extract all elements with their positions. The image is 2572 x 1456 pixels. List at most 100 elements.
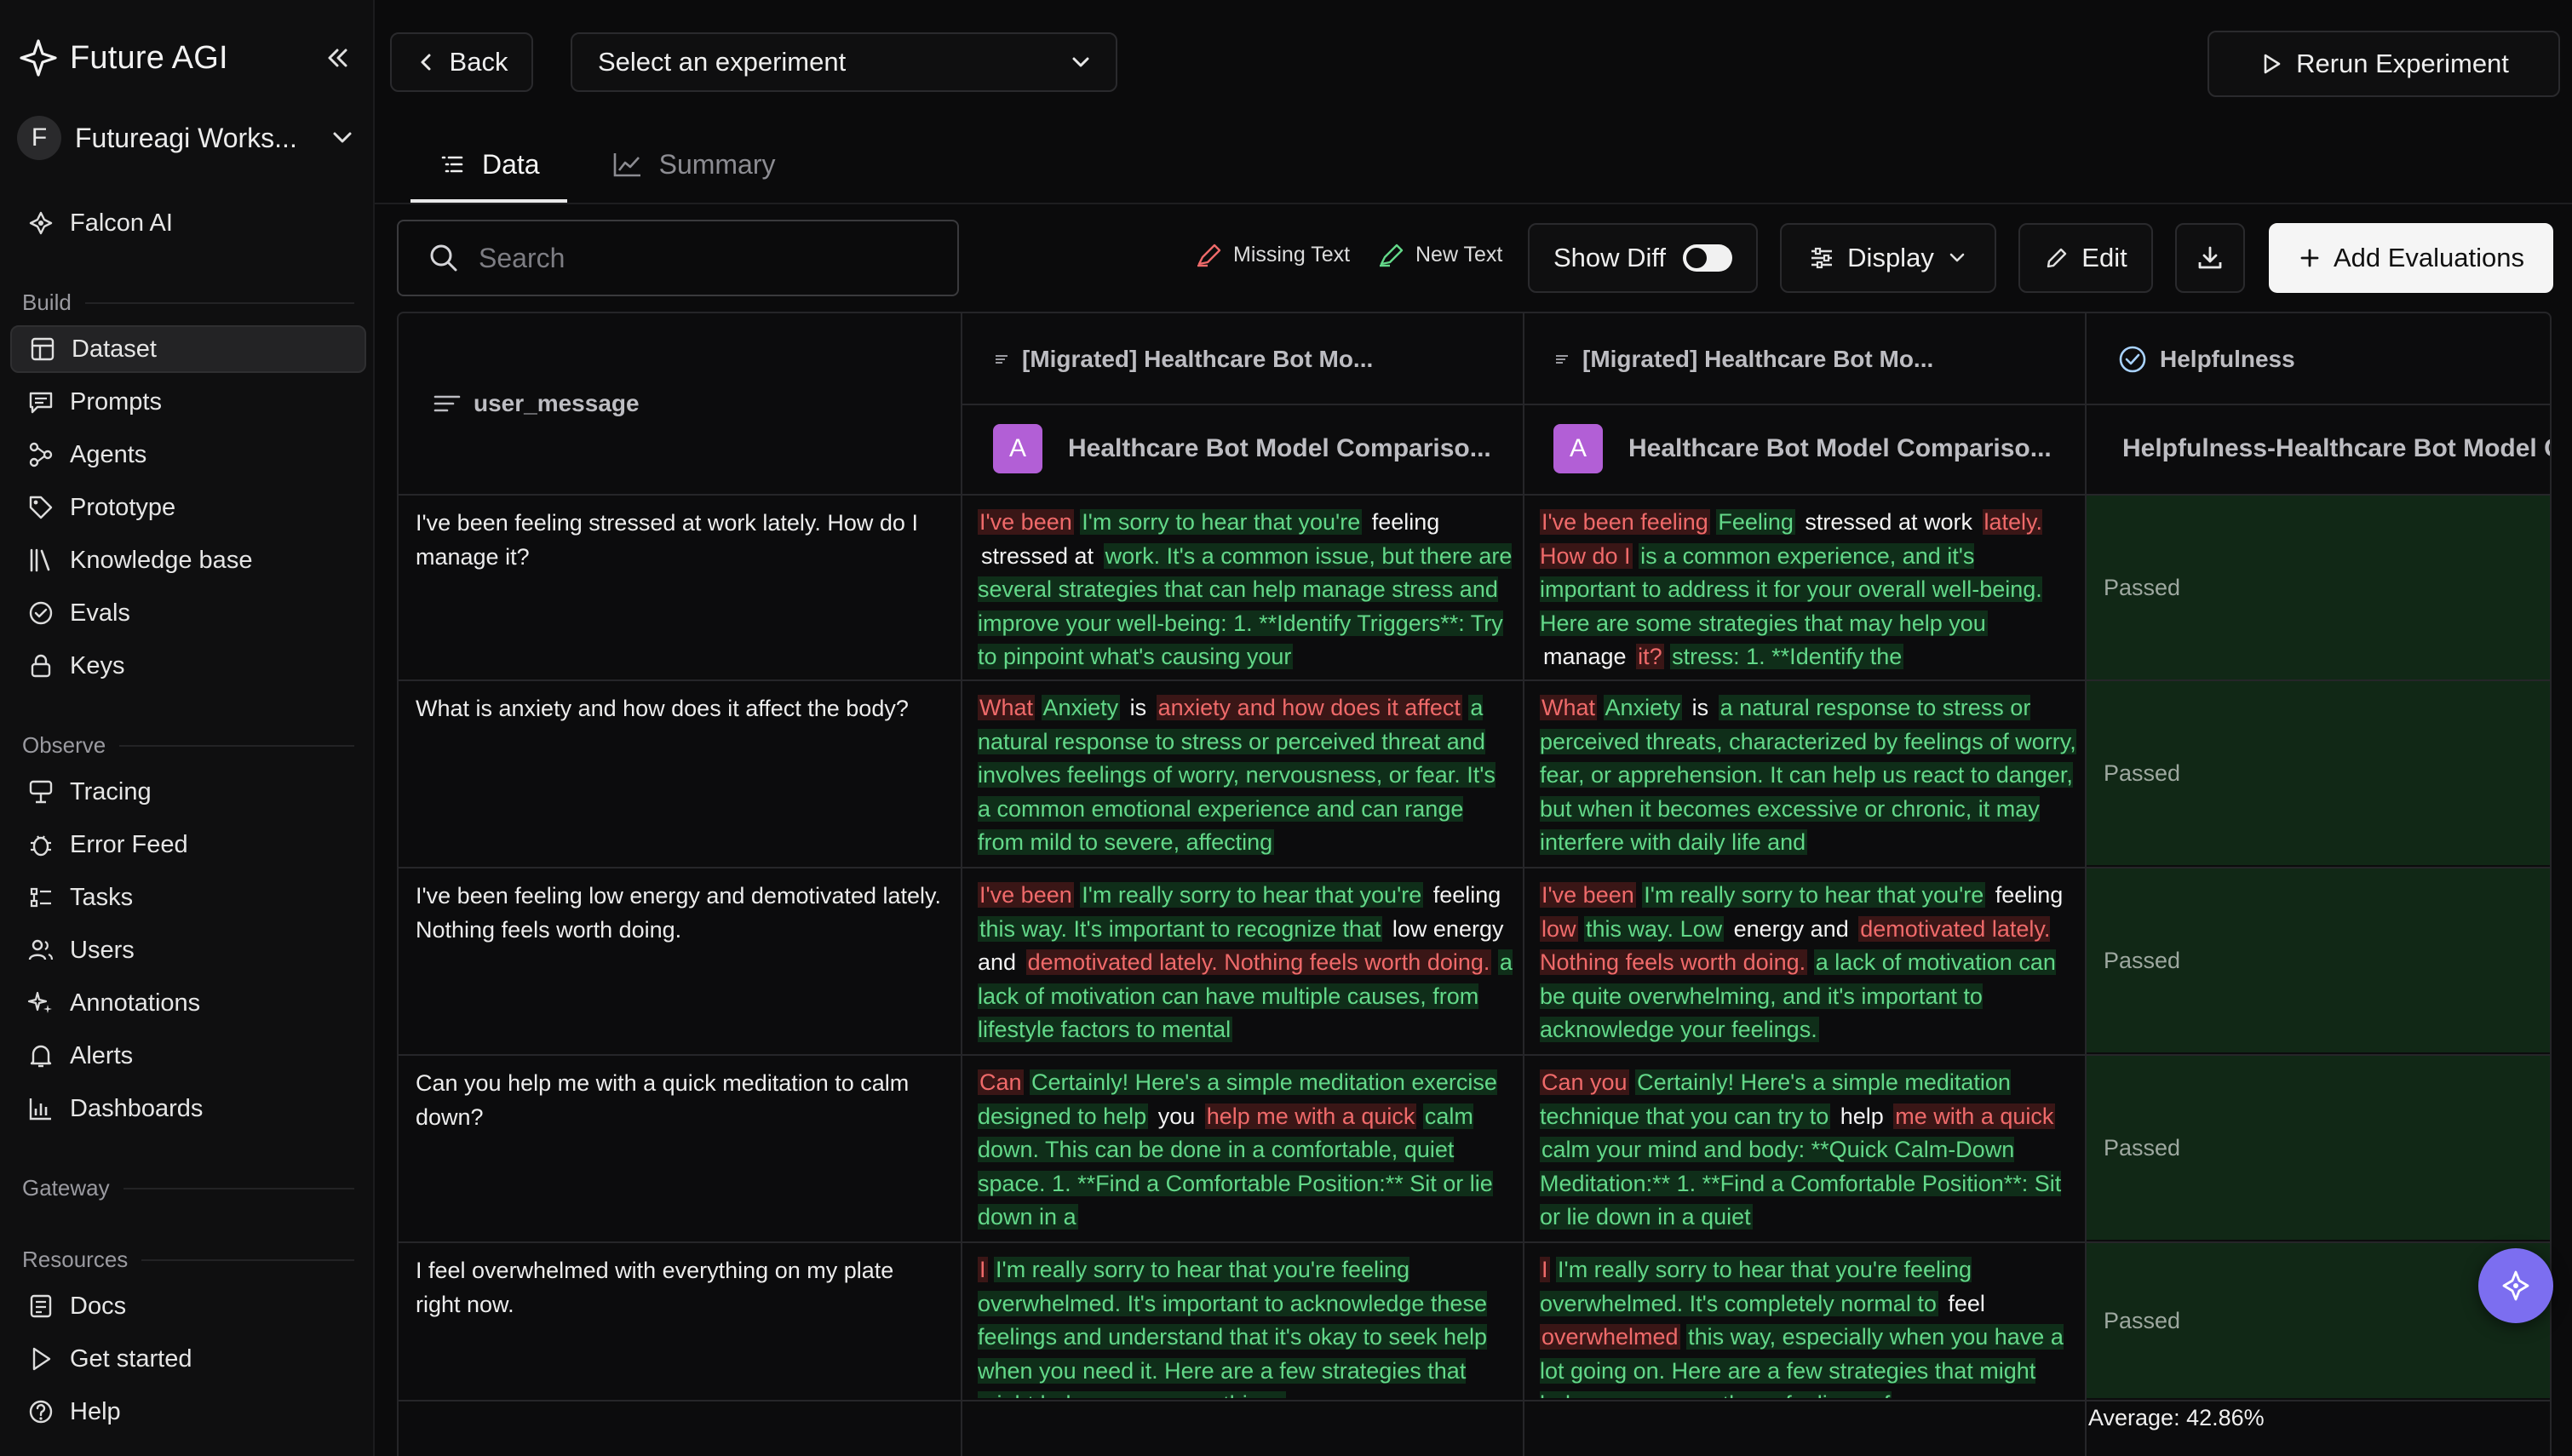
nav-falcon-ai[interactable]: Falcon AI	[10, 199, 366, 247]
nav-get-started[interactable]: Get started	[10, 1335, 366, 1383]
nav-error-feed[interactable]: Error Feed	[10, 821, 366, 868]
same-text-segment: is	[1129, 695, 1147, 720]
nav-tasks[interactable]: Tasks	[10, 874, 366, 921]
nav-alerts[interactable]: Alerts	[10, 1032, 366, 1080]
model-a-response-cell[interactable]: I I'm really sorry to hear that you're f…	[978, 1253, 1514, 1398]
section-observe: Observe	[22, 732, 354, 759]
nav-docs[interactable]: Docs	[10, 1282, 366, 1330]
nav-evals[interactable]: Evals	[10, 589, 366, 637]
chevron-left-icon	[421, 54, 431, 71]
new-text-segment: I'm really sorry to hear that you're	[1642, 882, 1986, 908]
diff-switch[interactable]	[1683, 244, 1733, 272]
nav-dashboards[interactable]: Dashboards	[10, 1085, 366, 1132]
model-b-response-cell[interactable]: I've been I'm really sorry to hear that …	[1540, 879, 2076, 1049]
display-button[interactable]: Display	[1780, 223, 1996, 293]
user-message-cell[interactable]: What is anxiety and how does it affect t…	[416, 691, 944, 725]
missing-text-segment: I've been	[978, 509, 1074, 535]
sub-header-model-b[interactable]: A Healthcare Bot Model Compariso...	[1553, 422, 2073, 475]
add-evaluations-button[interactable]: Add Evaluations	[2269, 223, 2553, 293]
user-message-cell[interactable]: Can you help me with a quick meditation …	[416, 1066, 944, 1134]
missing-text-segment: I've been feeling	[1540, 509, 1710, 535]
missing-text-segment: Can	[978, 1069, 1024, 1095]
brand[interactable]: Future AGI	[19, 34, 228, 82]
sub-header-helpfulness[interactable]: Helpfulness-Healthcare Bot Model C	[2122, 422, 2550, 475]
section-build: Build	[22, 289, 354, 316]
user-message-cell[interactable]: I've been feeling low energy and demotiv…	[416, 879, 944, 947]
nav-prompts[interactable]: Prompts	[10, 378, 366, 426]
model-b-response-cell[interactable]: I've been feeling Feeling stressed at wo…	[1540, 506, 2076, 676]
column-header-helpfulness[interactable]: Helpfulness	[2117, 341, 2295, 378]
nav-label: Error Feed	[70, 830, 188, 858]
missing-text-segment: help me with a quick	[1204, 1103, 1417, 1129]
nav-prototype[interactable]: Prototype	[10, 484, 366, 531]
model-b-response-cell[interactable]: What Anxiety is a natural response to st…	[1540, 691, 2076, 862]
experiment-select[interactable]: Select an experiment	[571, 32, 1117, 92]
helpfulness-result-cell[interactable]: Passed	[2087, 868, 2550, 1052]
workspace-name: Futureagi Works...	[75, 122, 297, 153]
model-a-response-cell[interactable]: I've been I'm really sorry to hear that …	[978, 879, 1514, 1049]
collapse-sidebar-button[interactable]	[319, 39, 356, 77]
nav-dataset[interactable]: Dataset	[10, 325, 366, 373]
model-a-response-cell[interactable]: Can Certainly! Here's a simple meditatio…	[978, 1066, 1514, 1236]
nav-tracing[interactable]: Tracing	[10, 768, 366, 816]
same-text-segment: manage	[1543, 644, 1627, 670]
helpfulness-result-cell[interactable]: Passed	[2087, 681, 2550, 865]
model-a-response-cell[interactable]: What Anxiety is anxiety and how does it …	[978, 691, 1514, 862]
users-icon	[28, 939, 54, 960]
assistant-fab-button[interactable]	[2478, 1248, 2553, 1323]
show-diff-toggle[interactable]: Show Diff	[1528, 223, 1758, 293]
chevron-down-icon	[1949, 253, 1965, 262]
missing-text-segment: me with a quick	[1893, 1103, 2056, 1129]
user-message-cell[interactable]: I've been feeling stressed at work latel…	[416, 506, 944, 574]
model-badge: A	[1553, 424, 1603, 473]
tab-data[interactable]: Data	[410, 126, 567, 203]
column-divider[interactable]	[961, 313, 962, 1456]
missing-text-segment: What	[1540, 695, 1598, 720]
nav-label: Dashboards	[70, 1094, 204, 1122]
same-text-segment: feel	[1948, 1290, 1985, 1316]
new-text-segment: stress: 1. **Identify the	[1670, 644, 1904, 670]
column-header-model-a[interactable]: [Migrated] Healthcare Bot Mo...	[993, 341, 1504, 378]
same-text-segment: energy and	[1733, 915, 1849, 942]
user-message-cell[interactable]: I feel overwhelmed with everything on my…	[416, 1253, 944, 1321]
edit-button[interactable]: Edit	[2018, 223, 2153, 293]
column-header-model-b[interactable]: [Migrated] Healthcare Bot Mo...	[1553, 341, 2064, 378]
column-header-user-message[interactable]: user_message	[433, 385, 640, 422]
results-table: user_message [Migrated] Healthcare Bot M…	[397, 312, 2552, 1456]
download-button[interactable]	[2175, 223, 2245, 293]
nav-keys[interactable]: Keys	[10, 642, 366, 690]
nav-annotations[interactable]: Annotations	[10, 979, 366, 1027]
nav-users[interactable]: Users	[10, 926, 366, 974]
nav-knowledge-base[interactable]: Knowledge base	[10, 536, 366, 584]
helpfulness-result-cell[interactable]: Passed	[2087, 496, 2550, 679]
nav-agents[interactable]: Agents	[10, 431, 366, 479]
text-lines-icon	[1556, 355, 1568, 364]
helpfulness-result-cell[interactable]: Passed	[2087, 1056, 2550, 1240]
missing-text-segment: it?	[1636, 644, 1664, 670]
tasks-icon	[30, 887, 51, 908]
nav-label: Agents	[70, 440, 147, 468]
search-box[interactable]	[397, 220, 959, 296]
column-divider[interactable]	[1523, 313, 1524, 1456]
rerun-experiment-button[interactable]: Rerun Experiment	[2207, 31, 2560, 97]
model-b-response-cell[interactable]: Can you Certainly! Here's a simple medit…	[1540, 1066, 2076, 1236]
chevron-down-icon	[1072, 57, 1089, 67]
model-a-response-cell[interactable]: I've been I'm sorry to hear that you're …	[978, 506, 1514, 676]
result-label: Passed	[2104, 947, 2181, 973]
tab-summary[interactable]: Summary	[584, 126, 803, 203]
model-b-response-cell[interactable]: I I'm really sorry to hear that you're f…	[1540, 1253, 2076, 1398]
sub-header-model-a[interactable]: A Healthcare Bot Model Compariso...	[993, 422, 1513, 475]
rerun-label: Rerun Experiment	[2296, 49, 2509, 78]
new-text-segment: calm your mind and body: **Quick Calm-Do…	[1540, 1137, 2062, 1230]
search-input[interactable]	[479, 242, 921, 274]
view-tabs: Data Summary	[410, 126, 803, 203]
same-text-segment: feeling	[1995, 882, 2064, 908]
agents-icon	[29, 442, 53, 467]
helpfulness-result-cell[interactable]: Passed	[2087, 1243, 2550, 1398]
nav-help[interactable]: Help	[10, 1388, 366, 1436]
chevron-down-icon	[333, 132, 352, 143]
workspace-selector[interactable]: F Futureagi Works...	[17, 116, 358, 160]
text-lines-icon	[433, 395, 461, 412]
assistant-icon	[2502, 1270, 2529, 1301]
back-button[interactable]: Back	[390, 32, 533, 92]
